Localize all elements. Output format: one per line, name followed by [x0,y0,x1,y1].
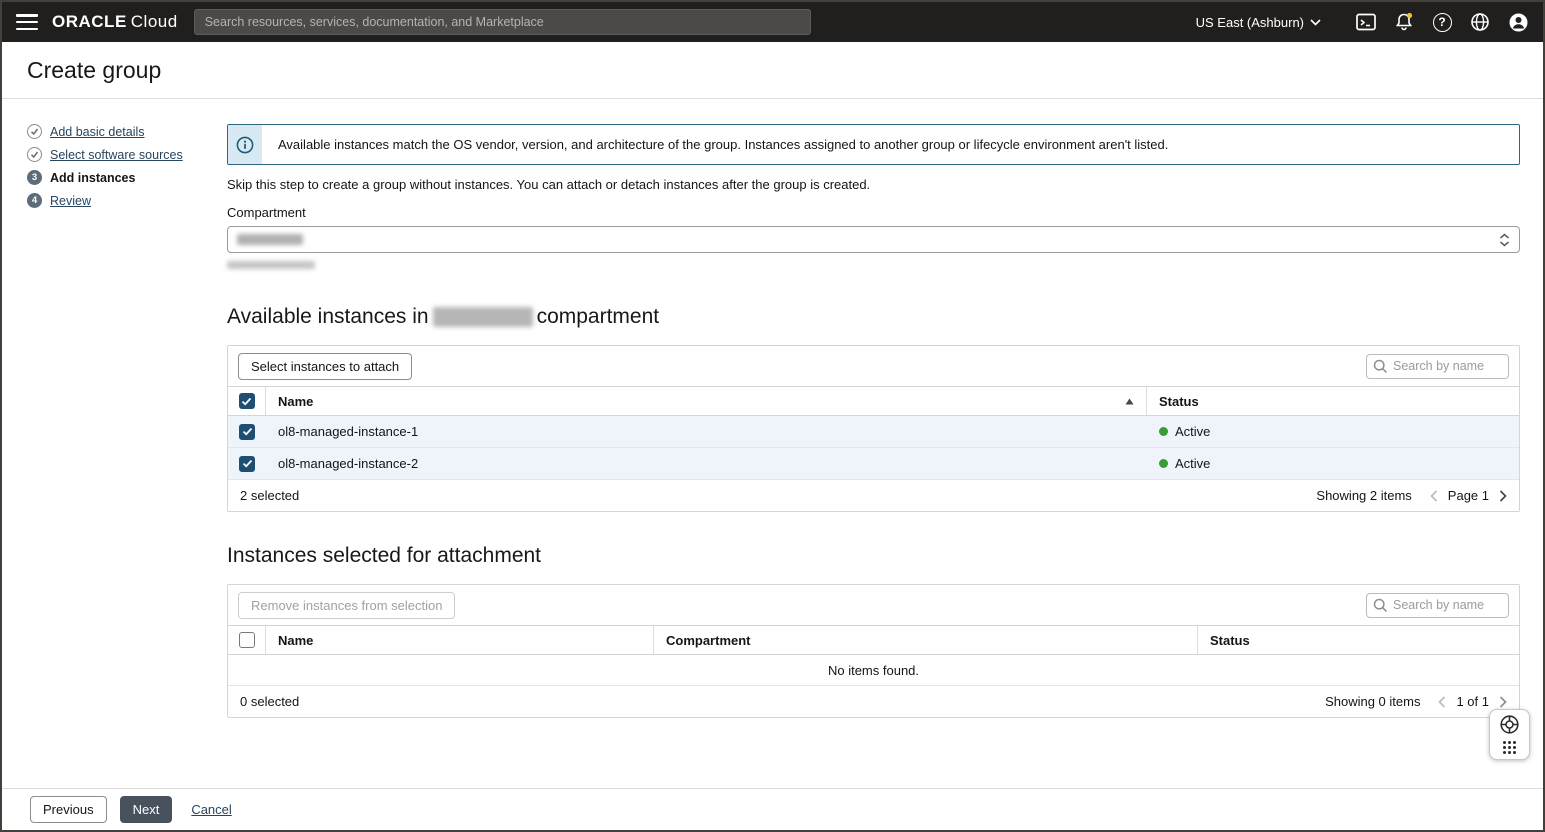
step-number-icon: 3 [27,170,42,185]
brand-cloud: Cloud [131,12,178,31]
next-button[interactable]: Next [120,796,173,823]
step-complete-icon [27,147,42,162]
available-instances-panel: Select instances to attach Name [227,345,1520,512]
available-table-header: Name Status [228,386,1519,416]
step-label: Add instances [50,171,135,185]
language-globe-icon[interactable] [1469,11,1491,33]
redacted-compartment-path [227,261,315,269]
select-chevrons-icon [1499,233,1510,247]
page-indicator: 1 of 1 [1456,694,1489,709]
support-assistant-button[interactable] [1489,709,1530,760]
wizard-steps: Add basic details Select software source… [2,124,227,788]
main-content: Available instances match the OS vendor,… [227,124,1543,788]
selected-instances-panel: Remove instances from selection Name Com… [227,584,1520,718]
info-banner: Available instances match the OS vendor,… [227,124,1520,165]
skip-step-text: Skip this step to create a group without… [227,177,1520,192]
page-title: Create group [27,57,161,84]
table-row[interactable]: ol8-managed-instance-1 Active [228,416,1519,448]
info-icon [228,125,262,164]
status-badge: Active [1175,456,1210,471]
action-bar: Previous Next Cancel [2,788,1543,830]
brand-oracle: ORACLE [52,12,127,31]
table-row[interactable]: ol8-managed-instance-2 Active [228,448,1519,480]
heading-suffix: compartment [537,305,660,329]
instance-name: ol8-managed-instance-2 [278,456,418,471]
hamburger-menu-icon[interactable] [16,14,38,30]
selected-count: 2 selected [240,488,299,503]
notifications-bell-icon[interactable] [1393,11,1415,33]
status-badge: Active [1175,424,1210,439]
wizard-step-review[interactable]: 4 Review [27,193,227,208]
cloud-shell-icon[interactable] [1355,11,1377,33]
wizard-step-add-basic-details[interactable]: Add basic details [27,124,227,139]
region-selector[interactable]: US East (Ashburn) [1196,15,1321,30]
global-search-input[interactable] [194,9,811,35]
available-search [1366,354,1509,379]
column-header-status[interactable]: Status [1198,626,1519,654]
status-active-icon [1159,427,1168,436]
redacted-compartment-value [237,234,303,245]
select-instances-to-attach-button[interactable]: Select instances to attach [238,353,412,380]
row-checkbox[interactable] [239,424,255,440]
heading-prefix: Available instances in [227,305,429,329]
column-header-compartment[interactable]: Compartment [654,626,1198,654]
empty-state-text: No items found. [228,655,1519,686]
step-number-icon: 4 [27,193,42,208]
step-label[interactable]: Select software sources [50,148,183,162]
pagination-next-icon[interactable] [1499,490,1507,502]
wizard-step-select-software-sources[interactable]: Select software sources [27,147,227,162]
selected-table-footer: 0 selected Showing 0 items 1 of 1 [228,686,1519,717]
row-checkbox[interactable] [239,456,255,472]
wizard-step-add-instances[interactable]: 3 Add instances [27,170,227,185]
pagination-prev-icon[interactable] [1438,696,1446,708]
step-label[interactable]: Review [50,194,91,208]
search-icon [1373,359,1388,374]
cancel-link[interactable]: Cancel [191,802,231,817]
selected-table-header: Name Compartment Status [228,625,1519,655]
chevron-down-icon [1310,19,1321,26]
step-label[interactable]: Add basic details [50,125,145,139]
column-header-name[interactable]: Name [266,626,654,654]
pagination-prev-icon[interactable] [1430,490,1438,502]
status-active-icon [1159,459,1168,468]
help-icon[interactable]: ? [1431,11,1453,33]
oracle-cloud-logo[interactable]: ORACLECloud [52,12,178,32]
page-indicator: Page 1 [1448,488,1489,503]
info-banner-text: Available instances match the OS vendor,… [262,125,1184,164]
compartment-select[interactable] [227,226,1520,253]
topbar: ORACLECloud US East (Ashburn) ? [2,2,1543,42]
column-header-status[interactable]: Status [1147,387,1519,415]
life-ring-icon [1499,714,1520,735]
selected-search [1366,593,1509,618]
redacted-compartment-name [433,307,533,327]
column-header-name[interactable]: Name [266,387,1147,415]
step-complete-icon [27,124,42,139]
sort-ascending-icon [1125,398,1134,405]
showing-count: Showing 0 items [1325,694,1420,709]
page-header: Create group [2,42,1543,99]
profile-avatar-icon[interactable] [1507,11,1529,33]
showing-count: Showing 2 items [1316,488,1411,503]
selected-instances-heading: Instances selected for attachment [227,544,1520,568]
select-all-checkbox[interactable] [239,393,255,409]
previous-button[interactable]: Previous [30,796,107,823]
select-all-checkbox[interactable] [239,632,255,648]
remove-instances-button[interactable]: Remove instances from selection [238,592,455,619]
application-window: ORACLECloud US East (Ashburn) ? Create g… [0,0,1545,832]
available-instances-heading: Available instances in compartment [227,305,1520,329]
search-icon [1373,598,1388,613]
compartment-label: Compartment [227,205,1520,220]
selected-count: 0 selected [240,694,299,709]
available-table-footer: 2 selected Showing 2 items Page 1 [228,480,1519,511]
region-label: US East (Ashburn) [1196,15,1304,30]
instance-name: ol8-managed-instance-1 [278,424,418,439]
apps-grid-icon [1502,740,1517,755]
pagination-next-icon[interactable] [1499,696,1507,708]
